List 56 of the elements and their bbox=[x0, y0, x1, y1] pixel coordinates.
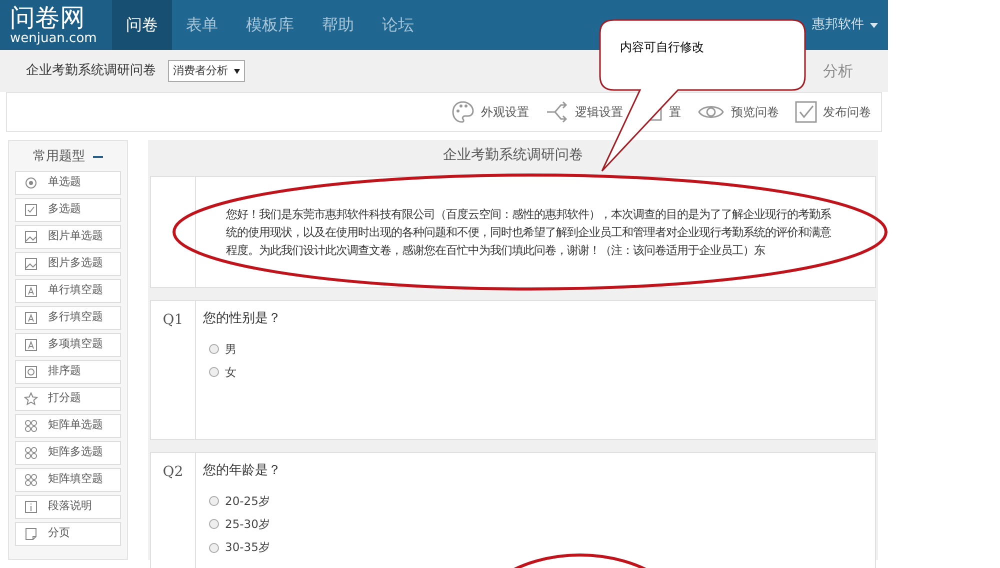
question-type-item[interactable]: 多行填空题 bbox=[15, 306, 121, 330]
toolbar-button[interactable]: 逻辑设置 bbox=[545, 100, 623, 124]
radio-option[interactable]: 30-35岁 bbox=[209, 539, 270, 556]
question-text: 您的性别是？ bbox=[203, 310, 282, 328]
toolbar-button[interactable]: 发布问卷 bbox=[795, 101, 871, 123]
branch-icon bbox=[545, 100, 569, 124]
caret-icon bbox=[234, 68, 240, 74]
question-type-item[interactable]: 分页 bbox=[15, 522, 121, 546]
question-type-item[interactable]: 多选题 bbox=[15, 198, 121, 222]
radio-option[interactable]: 25-30岁 bbox=[209, 516, 270, 533]
radio-option[interactable]: 20-25岁 bbox=[209, 492, 270, 510]
nav-tab[interactable]: 帮助 bbox=[308, 0, 368, 50]
grid-icon bbox=[24, 472, 38, 486]
radio-icon bbox=[24, 176, 38, 190]
sidebar-title: 常用题型 bbox=[33, 148, 85, 166]
category-dropdown[interactable]: 消费者分析 bbox=[168, 60, 245, 82]
toolbar-button[interactable]: 外观设置 bbox=[451, 100, 529, 124]
question-type-item[interactable]: 单选题 bbox=[15, 170, 121, 194]
logo[interactable]: 问卷网 wenjuan.com bbox=[0, 0, 112, 50]
palette-icon bbox=[451, 100, 475, 124]
question-type-item[interactable]: 打分题 bbox=[15, 386, 121, 410]
survey-name: 企业考勤系统调研问卷 bbox=[26, 62, 156, 80]
toolbar-button[interactable]: 预览问卷 bbox=[697, 102, 779, 122]
intro-text: 您好！我们是东莞市惠邦软件科技有限公司（百度云空间：感性的惠邦软件），本次调查的目的是为了了解企业现行的考勤系统的使用现状，以及在使用时出现的各种问题和不便，同时也希望了解到企业员工和管理者对企业现行考勤系统的评价和满意程度。为此我们设计此次调查文卷，感谢您在百忙中为我们填此问卷，谢谢！（注：该问卷适用于企业员工）东 bbox=[226, 206, 832, 259]
callout-text: 内容可自行修改 bbox=[620, 39, 704, 56]
image-icon bbox=[24, 256, 38, 270]
question-text: 您的年龄是？ bbox=[203, 462, 282, 480]
user-menu[interactable]: 惠邦软件 bbox=[812, 0, 888, 50]
nav-tab[interactable]: 表单 bbox=[172, 0, 232, 50]
caret-icon bbox=[870, 22, 878, 28]
question-type-item[interactable]: 矩阵单选题 bbox=[15, 414, 121, 438]
question-type-item[interactable]: 矩阵填空题 bbox=[15, 468, 121, 492]
question-type-item[interactable]: 图片单选题 bbox=[15, 224, 121, 248]
info-icon bbox=[24, 500, 38, 514]
star-icon bbox=[24, 392, 38, 406]
question-number: Q1 bbox=[162, 311, 184, 330]
question-type-item[interactable]: 多项填空题 bbox=[15, 332, 121, 356]
collapse-icon[interactable] bbox=[93, 156, 103, 158]
nav-tab[interactable]: 问卷 bbox=[112, 0, 172, 50]
image-icon bbox=[24, 230, 38, 244]
radio-option[interactable]: 女 bbox=[209, 364, 237, 381]
grid-icon bbox=[24, 418, 38, 432]
question-type-item[interactable]: 排序题 bbox=[15, 360, 121, 384]
nav-tab[interactable]: 论坛 bbox=[368, 0, 428, 50]
checkbox-icon bbox=[24, 202, 38, 216]
question-type-item[interactable]: 矩阵多选题 bbox=[15, 440, 121, 464]
checkbox-icon bbox=[795, 101, 817, 123]
question-type-item[interactable]: 段落说明 bbox=[15, 494, 121, 518]
question-type-item[interactable]: 单行填空题 bbox=[15, 278, 121, 302]
grid-icon bbox=[24, 446, 38, 460]
radio-option[interactable]: 男 bbox=[209, 340, 237, 358]
question-number: Q2 bbox=[162, 463, 184, 482]
survey-title: 企业考勤系统调研问卷 bbox=[442, 146, 584, 164]
page-icon bbox=[24, 526, 38, 540]
question-type-item[interactable]: 图片多选题 bbox=[15, 252, 121, 276]
nav-tab[interactable]: 模板库 bbox=[232, 0, 308, 50]
